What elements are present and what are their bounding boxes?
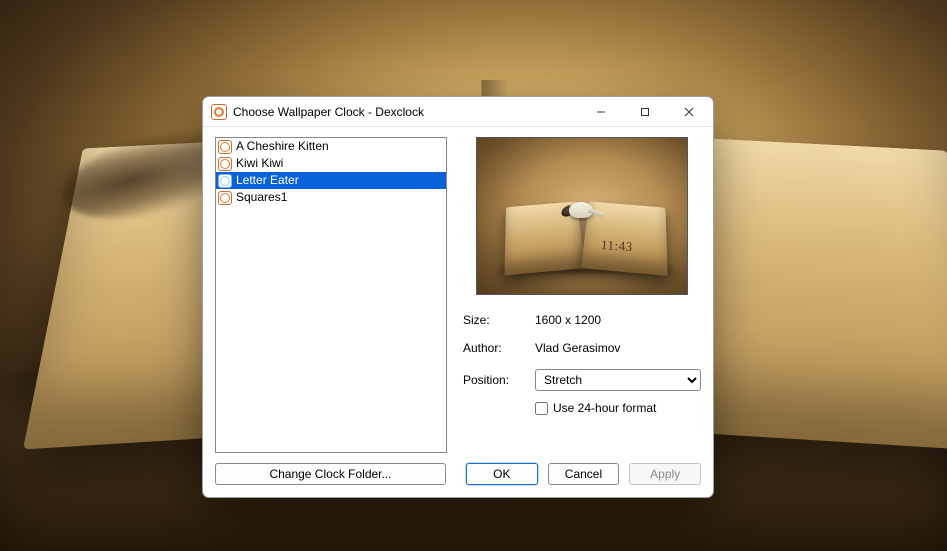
- preview-time-overlay: 11:43: [600, 237, 633, 255]
- cancel-button[interactable]: Cancel: [548, 463, 620, 485]
- clock-icon: [218, 140, 232, 154]
- change-clock-folder-button[interactable]: Change Clock Folder...: [215, 463, 446, 485]
- list-item-label: Letter Eater: [236, 172, 299, 189]
- author-label: Author:: [463, 341, 529, 355]
- clock-icon: [218, 174, 232, 188]
- position-label: Position:: [463, 373, 529, 387]
- size-value: 1600 x 1200: [535, 313, 701, 327]
- list-item[interactable]: Squares1: [216, 189, 446, 206]
- list-item-label: Squares1: [236, 189, 287, 206]
- list-item[interactable]: A Cheshire Kitten: [216, 138, 446, 155]
- clock-listbox[interactable]: A Cheshire KittenKiwi KiwiLetter EaterSq…: [215, 137, 447, 453]
- use-24h-label[interactable]: Use 24-hour format: [553, 401, 656, 415]
- window-title: Choose Wallpaper Clock - Dexclock: [233, 105, 424, 119]
- size-label: Size:: [463, 313, 529, 327]
- list-item-label: A Cheshire Kitten: [236, 138, 329, 155]
- clock-icon: [218, 157, 232, 171]
- use-24h-checkbox[interactable]: [535, 402, 548, 415]
- choose-wallpaper-dialog: Choose Wallpaper Clock - Dexclock A Ches…: [202, 96, 714, 498]
- author-value: Vlad Gerasimov: [535, 341, 701, 355]
- apply-button[interactable]: Apply: [629, 463, 701, 485]
- close-button[interactable]: [667, 98, 711, 126]
- clock-icon: [218, 191, 232, 205]
- list-item[interactable]: Kiwi Kiwi: [216, 155, 446, 172]
- titlebar[interactable]: Choose Wallpaper Clock - Dexclock: [203, 97, 713, 127]
- list-item[interactable]: Letter Eater: [216, 172, 446, 189]
- list-item-label: Kiwi Kiwi: [236, 155, 283, 172]
- position-select[interactable]: Stretch: [535, 369, 701, 391]
- ok-button[interactable]: OK: [466, 463, 538, 485]
- maximize-button[interactable]: [623, 98, 667, 126]
- wallpaper-preview: 11:43: [476, 137, 688, 295]
- minimize-button[interactable]: [579, 98, 623, 126]
- app-icon: [211, 104, 227, 120]
